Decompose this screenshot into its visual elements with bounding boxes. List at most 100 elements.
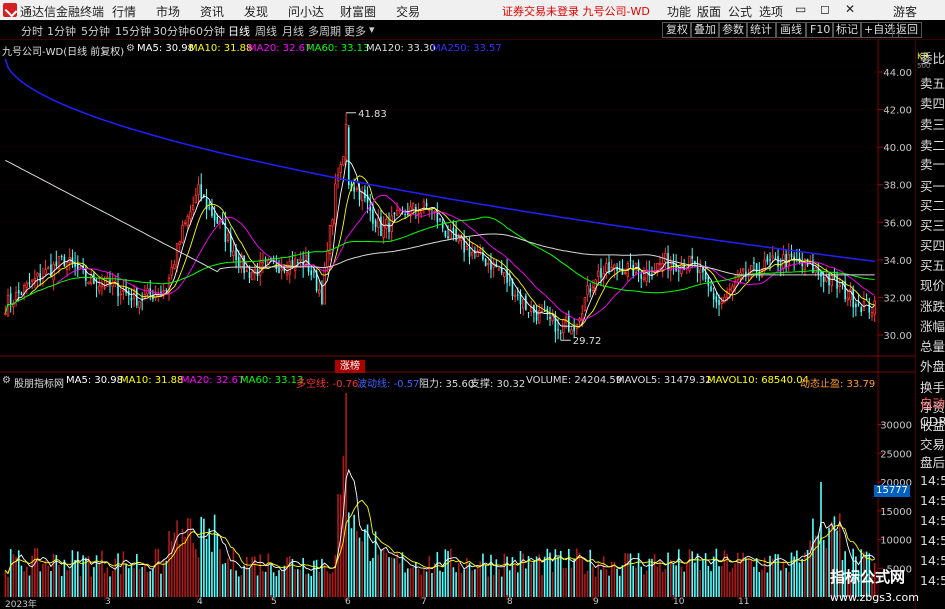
candle-body [243, 255, 245, 274]
volume-bar [356, 530, 358, 597]
candle-body [470, 251, 474, 256]
volume-bar [806, 550, 809, 597]
volume-bar [533, 561, 535, 597]
candle-body [513, 294, 517, 297]
candle-body [557, 329, 559, 331]
ma250-line [4, 58, 875, 263]
quote-panel-item[interactable]: 总量 [920, 336, 945, 355]
candle-body [334, 183, 337, 224]
quote-panel-item[interactable]: 14:56 [920, 533, 945, 548]
volume-bar [460, 572, 463, 597]
candle-body [293, 258, 297, 272]
candle-body [278, 268, 280, 274]
quote-panel-item[interactable]: 自动 [920, 393, 945, 412]
quote-panel-item[interactable]: 交易 [920, 434, 945, 453]
volume-bar [543, 556, 546, 597]
quote-panel-item[interactable]: 14:56 [920, 473, 945, 488]
volume-bar [302, 558, 304, 597]
time-tick-label: 6 [345, 597, 351, 607]
quote-panel-item[interactable]: 卖二 [920, 135, 945, 154]
candle-body [623, 272, 627, 275]
quote-panel-item[interactable]: CDR [920, 414, 945, 429]
quote-panel-item[interactable]: 盘后 [920, 452, 945, 471]
candle-body [597, 270, 600, 278]
candle-body [551, 315, 554, 322]
settings-icon[interactable]: ⚙ [126, 43, 135, 54]
candle-body [299, 258, 302, 262]
quote-panel-item[interactable]: 涨幅 [920, 316, 945, 335]
volume-bar [787, 571, 790, 597]
volume-bar [600, 569, 602, 597]
settings-icon[interactable]: ⚙ [2, 375, 11, 386]
candle-body [20, 292, 23, 295]
candle-body [439, 218, 441, 220]
candle-body [138, 301, 141, 309]
volume-bar [4, 570, 7, 597]
volume-bar [157, 548, 160, 597]
volume-bar [347, 512, 350, 597]
quote-panel-item[interactable]: 14:56 [920, 573, 945, 588]
volume-bar [468, 562, 471, 597]
volume-bar [444, 549, 447, 597]
watermark: 指标公式网 www.zbgs3.com [822, 565, 919, 609]
candle-body [425, 203, 428, 207]
volume-bar [409, 568, 412, 597]
quote-panel-item[interactable]: 现价 [920, 275, 945, 294]
candle-body [608, 261, 610, 273]
volume-bar [616, 568, 618, 597]
volume-bar [364, 529, 366, 597]
candle-body [580, 313, 584, 320]
volume-bar [189, 518, 192, 597]
price-tick-label: 44.00 [883, 68, 912, 79]
volume-bar [130, 563, 133, 597]
volume-bar [586, 570, 589, 597]
volume-bar [117, 553, 119, 597]
time-tick-label: 5 [271, 597, 277, 607]
quote-panel-item[interactable]: 卖五 [920, 73, 945, 92]
quote-panel-item[interactable]: 买四 [920, 235, 945, 254]
candle-body [160, 291, 162, 293]
volume-bar [170, 541, 173, 597]
volume-bar [417, 568, 420, 597]
volume-bar [388, 557, 390, 597]
quote-panel-item[interactable]: 14:56 [920, 513, 945, 528]
volume-bar [369, 561, 372, 597]
stock-name: 九号公司-WD(日线 前复权) [2, 47, 125, 58]
candle-body [790, 253, 793, 258]
quote-panel-item[interactable]: 买一 [920, 176, 945, 195]
zhangbang-tab[interactable]: 涨榜 [335, 360, 365, 373]
volume-bar [299, 569, 302, 597]
quote-panel-item[interactable]: 卖四 [920, 93, 945, 112]
candle-body [380, 216, 382, 237]
quote-panel-item[interactable]: 买五 [920, 255, 945, 274]
quote-panel-item[interactable]: 卖三 [920, 114, 945, 133]
quote-panel-item[interactable]: 14:56 [920, 493, 945, 508]
quote-panel-item[interactable]: 卖一 [920, 154, 945, 173]
ma60-line [4, 216, 875, 314]
volume-bar [275, 576, 278, 597]
volume-bar [329, 573, 331, 597]
quote-panel-item[interactable]: 14:56 [920, 553, 945, 568]
quote-panel-item[interactable]: 外盘 [920, 356, 945, 375]
candle-body [87, 281, 90, 285]
ind-zhicheng: 支撑: 30.32 [470, 379, 526, 390]
volume-bar [428, 555, 431, 597]
volume-bar [221, 564, 224, 597]
candle-body [170, 266, 173, 276]
kline-chart[interactable]: 44.00 42.00 40.00 38.00 36.00 34.00 32.00 30.00… [0, 0, 915, 609]
candle-body [275, 263, 278, 269]
candle-body [382, 224, 385, 238]
volume-bar [50, 570, 52, 597]
volume-bar [334, 554, 337, 597]
quote-panel-item[interactable]: 委比 [920, 48, 945, 67]
volume-bar [490, 554, 492, 597]
candle-body [331, 219, 334, 227]
volume-bar [200, 516, 203, 597]
volume-bar [9, 549, 12, 597]
volume-bar [197, 557, 200, 597]
volume-bar [141, 566, 143, 597]
quote-panel-item[interactable]: 买三 [920, 215, 945, 234]
quote-panel-item[interactable]: 涨跌 [920, 296, 945, 315]
quote-panel-item[interactable]: 买二 [920, 195, 945, 214]
volume-bar [425, 571, 428, 597]
